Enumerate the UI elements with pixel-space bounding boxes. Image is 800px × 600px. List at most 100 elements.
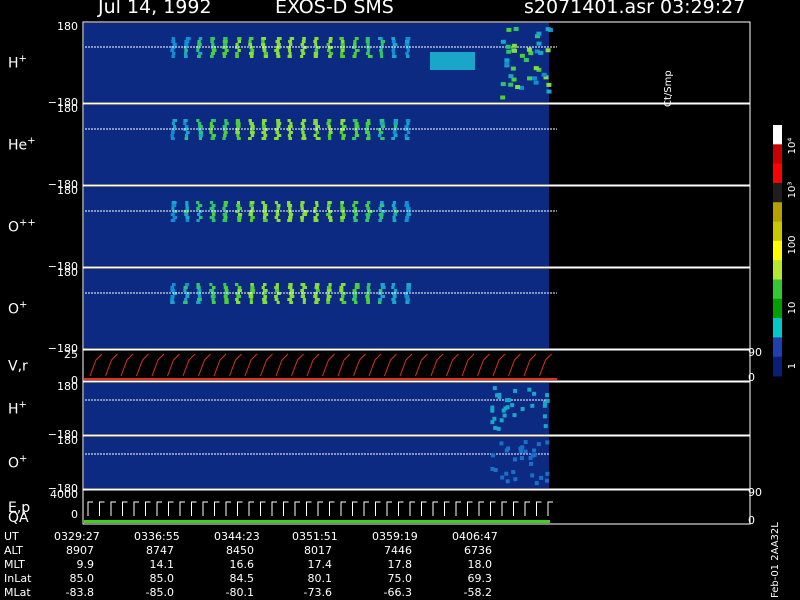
spectrum-cell — [326, 298, 331, 301]
spectrum-cell — [276, 219, 281, 222]
spectrum-cell — [211, 134, 217, 137]
spectrum-cell — [171, 40, 176, 43]
spectrum-cell — [237, 40, 242, 43]
spectrum-cell — [300, 55, 304, 58]
spectrum-cell — [274, 201, 279, 204]
spectrum-cell — [211, 286, 216, 289]
qa-bar — [84, 520, 550, 523]
spectrum-cell — [542, 400, 547, 405]
spectrum-cell — [170, 137, 175, 140]
spectrum-cell — [393, 289, 398, 292]
spectrum-cell — [493, 425, 498, 430]
spectrum-cell — [511, 48, 517, 53]
colorbar-segment — [773, 125, 782, 145]
spectrum-cell — [261, 286, 265, 289]
right-tick-label: 0 — [748, 514, 755, 527]
spectrum-cell — [197, 40, 201, 43]
spectrum-cell — [224, 119, 228, 122]
spectrum-cell — [288, 216, 293, 219]
spectrum-cell — [328, 137, 332, 140]
spectrum-cell — [261, 40, 265, 43]
spectrum-cell — [536, 31, 542, 36]
spectrum-cell — [223, 201, 229, 204]
spectrum-cell — [527, 387, 532, 392]
spectrum-cell — [378, 37, 383, 40]
spectrum-cell — [315, 204, 319, 207]
spectrum-cell — [184, 283, 190, 286]
spectrum-cell — [542, 414, 547, 419]
spectrum-cell — [353, 40, 357, 43]
table-cell: 18.0 — [467, 558, 493, 571]
spectrum-cell — [379, 52, 384, 55]
spectrum-cell — [508, 82, 514, 87]
spectrum-cell — [300, 204, 304, 207]
table-cell: 85.0 — [149, 572, 175, 585]
spectrum-cell — [366, 207, 371, 210]
spectrum-cell — [352, 204, 356, 207]
spectrum-cell — [301, 125, 306, 128]
spectrum-cell — [513, 27, 519, 32]
spectrum-cell — [340, 43, 345, 46]
table-cell: 16.6 — [229, 558, 255, 571]
spectrum-cell — [287, 49, 291, 52]
spectrum-cell — [287, 286, 293, 289]
spectrum-cell — [211, 213, 216, 216]
spectrum-cell — [171, 283, 176, 286]
spectrum-cell — [222, 207, 226, 210]
table-cell: 8017 — [304, 544, 332, 557]
panel-data-area — [84, 105, 549, 184]
spectrum-cell — [340, 207, 345, 210]
spectrum-cell — [339, 298, 344, 301]
spectrum-cell — [341, 137, 345, 140]
spectrum-cell — [237, 286, 242, 289]
spectrum-cell — [171, 55, 175, 58]
spectrum-cell — [314, 283, 320, 286]
spectrum-cell — [210, 37, 215, 40]
spectrum-cell — [365, 295, 370, 298]
colorbar-tick-label: 10³ — [787, 182, 798, 199]
spectrum-cell — [314, 37, 319, 40]
spectrum-cell — [287, 219, 292, 222]
colorbar-segment — [773, 182, 782, 203]
spectrum-cell — [392, 43, 398, 46]
spectrum-cell — [209, 125, 215, 128]
spectrum-cell — [263, 134, 268, 137]
spectrum-cell — [276, 55, 281, 58]
spectrum-cell — [209, 201, 214, 204]
spectrum-cell — [531, 76, 537, 81]
spectrum-cell — [170, 213, 175, 216]
spectrum-cell — [365, 122, 371, 125]
spectrum-cell — [261, 125, 267, 128]
spectrum-cell — [500, 475, 505, 480]
spectrum-cell — [406, 213, 412, 216]
spectrum-cell — [196, 55, 201, 58]
spectrum-cell — [365, 40, 370, 43]
colorbar-segment — [773, 279, 782, 300]
spectrum-cell — [500, 82, 506, 87]
spectrum-cell — [340, 49, 345, 52]
spectrum-cell — [250, 134, 255, 137]
spectrum-cell — [210, 119, 216, 122]
colorbar-segment — [773, 202, 782, 223]
table-row-label: UT — [4, 530, 19, 543]
spectrum-cell — [379, 119, 385, 122]
spectrum-cell — [313, 52, 319, 55]
spectrum-cell — [184, 213, 189, 216]
spectrum-cell — [209, 55, 214, 58]
spectrum-cell — [170, 134, 174, 137]
spectrum-cell — [546, 89, 552, 94]
table-cell: 69.3 — [467, 572, 493, 585]
spectrum-cell — [314, 43, 318, 46]
spectrum-cell — [406, 55, 410, 58]
spectrum-cell — [248, 119, 252, 122]
spectrum-cell — [538, 50, 544, 55]
spectrum-cell — [519, 456, 524, 461]
spectrum-cell — [250, 49, 255, 52]
spectrum-cell — [406, 286, 411, 289]
colorbar-segment — [773, 337, 782, 358]
spectrum-cell — [287, 55, 292, 58]
spectrum-cell — [222, 40, 228, 43]
spectrum-cell — [263, 295, 268, 298]
spectrum-cell — [236, 301, 241, 304]
spectrum-cell — [197, 213, 201, 216]
